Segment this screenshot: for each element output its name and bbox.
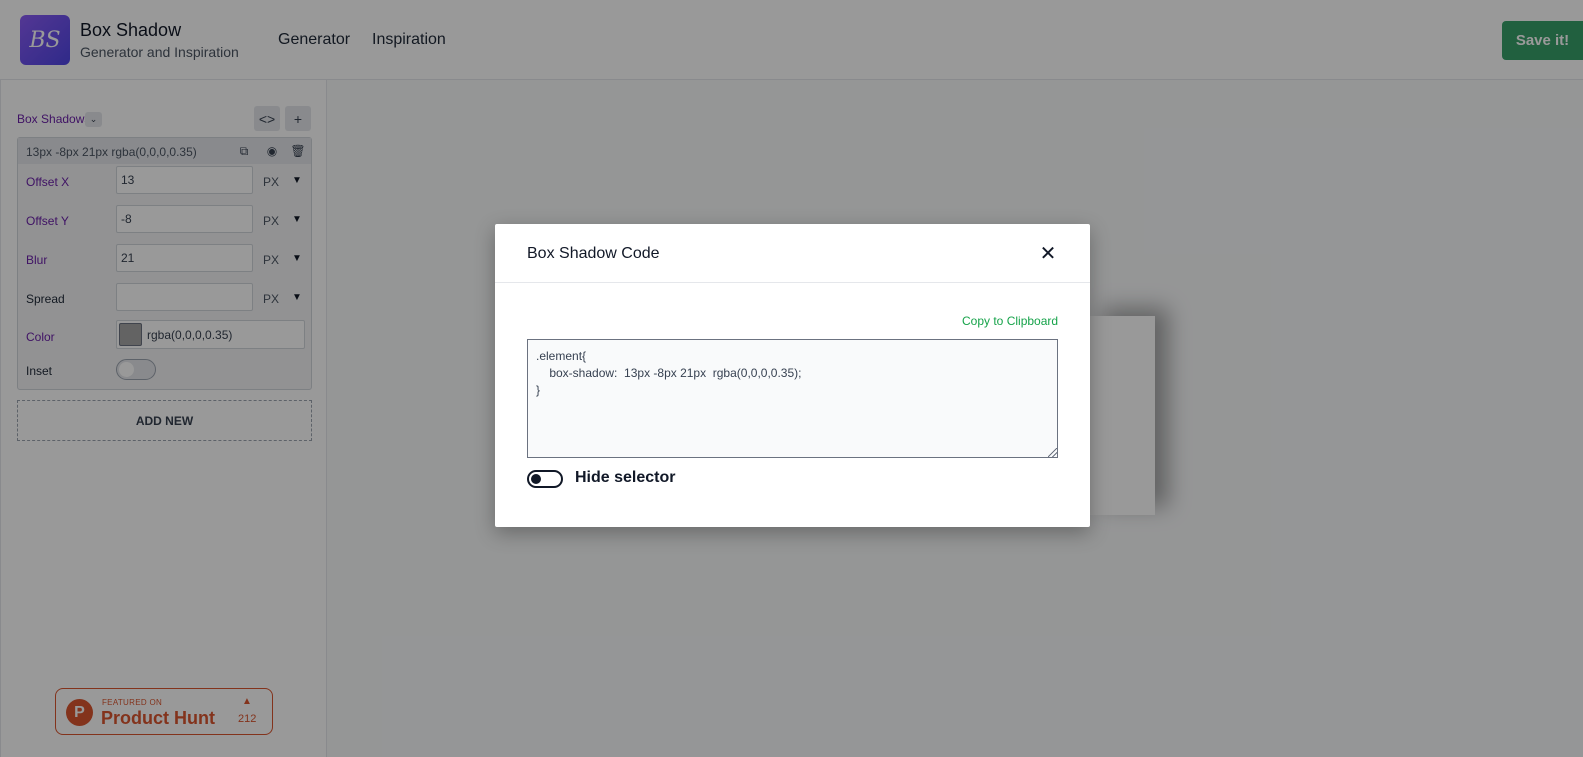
hide-selector-toggle[interactable]	[527, 470, 563, 488]
close-icon[interactable]: ✕	[1036, 241, 1060, 265]
modal-divider	[495, 282, 1090, 283]
toggle-knob	[531, 474, 541, 484]
modal-title: Box Shadow Code	[527, 245, 660, 262]
code-textarea[interactable]: .element{ box-shadow: 13px -8px 21px rgb…	[527, 339, 1058, 458]
copy-to-clipboard-link[interactable]: Copy to Clipboard	[962, 314, 1058, 328]
hide-selector-label: Hide selector	[575, 469, 676, 486]
box-shadow-code-modal: Box Shadow Code ✕ Copy to Clipboard .ele…	[495, 224, 1090, 527]
resize-grip-icon[interactable]	[1048, 448, 1057, 457]
